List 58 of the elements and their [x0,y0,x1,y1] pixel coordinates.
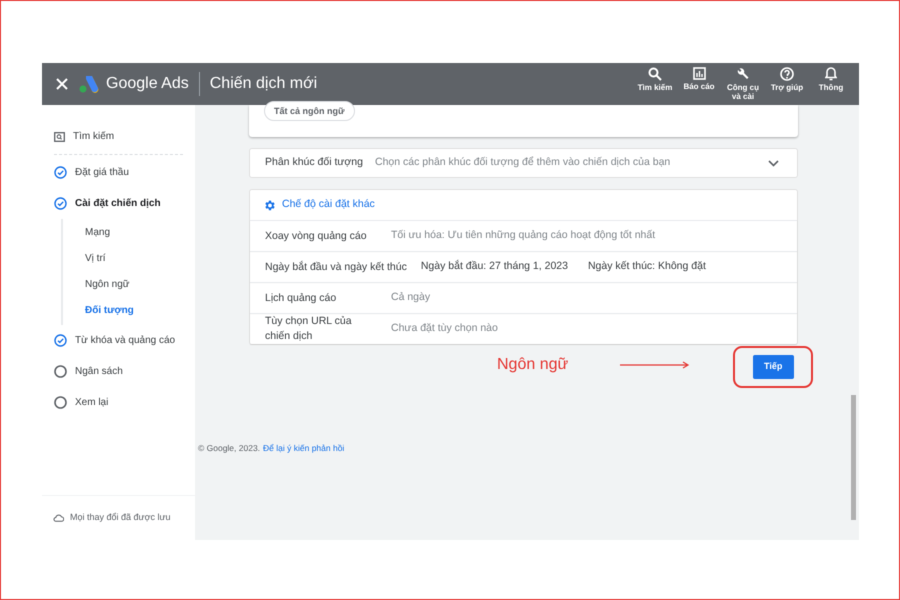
gear-icon [263,198,276,212]
row-label: Phân khúc đối tượng [265,155,363,170]
row-label: Xoay vòng quảng cáo [265,228,368,244]
bar-chart-icon [692,67,706,80]
help-icon [780,67,794,81]
row-label: Ngày bắt đầu và ngày kết thúc [265,260,407,274]
row-label: Lịch quảng cáo [265,290,338,306]
annotation-label: Ngôn ngữ [497,355,568,375]
feedback-link[interactable]: Để lại ý kiến phản hồi [263,442,344,455]
row-value: Chọn các phân khúc đối tượng để thêm vào chiến dịch của bạn [374,155,672,170]
copyright-text: © Google, 2023. [198,442,260,455]
check-circle-icon [54,334,67,347]
toolbar-button[interactable]: Tìm kiếm [633,63,677,105]
sidebar-subitem[interactable]: Vị trí [85,245,183,271]
audience-row[interactable]: Phân khúc đối tượng Chọn các phân khúc đối tượng để thêm vào chiến dịch của bạn [249,148,798,178]
toolbar-button[interactable]: Thông [809,63,853,105]
language-chip[interactable]: Tất cả ngôn ngữ [264,101,355,121]
settings-row[interactable]: Ngày bắt đầu và ngày kết thúc Ngày bắt đầu: 27 tháng 1, 2023 Ngày kết thúc: Không đặt [250,251,797,282]
sidebar-item[interactable]: Cài đặt chiến dịch [54,188,183,219]
save-status: Mọi thay đổi đã được lưu [70,511,170,524]
check-circle-icon [54,166,67,179]
check-circle-icon [54,197,67,210]
sidebar-item[interactable]: Tìm kiếm [54,121,183,152]
sidebar-item[interactable]: Ngân sách [54,356,183,387]
sidebar-item[interactable]: Đặt giá thầu [54,157,183,188]
row-value: Cả ngày [391,290,430,306]
search-icon [54,132,65,142]
wrench-icon [736,67,750,81]
row-value: Chưa đặt tùy chọn nào [391,321,498,336]
brand-name: Google Ads [106,74,189,94]
scrollbar[interactable] [851,395,856,520]
annotation-arrow [620,361,690,369]
sidebar-item[interactable]: Từ khóa và quảng cáo [54,325,183,356]
sidebar-subitem[interactable]: Ngôn ngữ [85,271,183,297]
logo-icon [78,74,100,94]
chevron-icon [768,160,779,166]
circle-icon [54,365,67,378]
page-title: Chiến dịch mới [210,74,318,94]
bell-icon [825,67,837,81]
toolbar-button[interactable]: Công cụ và cài [721,63,765,105]
section-title: Chế độ cài đặt khác [282,197,375,212]
next-button[interactable]: Tiếp [752,355,794,379]
row-label: Tùy chọn URL của chiến dịch [265,314,353,344]
close-icon [56,78,68,90]
toolbar-button[interactable]: Trợ giúp [765,63,809,105]
search-icon [648,67,662,81]
circle-icon [54,396,67,409]
sidebar-subitem[interactable]: Đối tượng [85,297,183,323]
row-value: Ngày kết thúc: Không đặt [588,259,706,274]
settings-row[interactable]: Xoay vòng quảng cáo Tối ưu hóa: Ưu tiên những quảng cáo hoạt động tốt nhất [250,220,797,251]
row-value: Tối ưu hóa: Ưu tiên những quảng cáo hoạt động tốt nhất [391,228,656,244]
settings-row[interactable]: Lịch quảng cáo Cả ngày [250,282,797,313]
sidebar-subitem[interactable]: Mạng [85,219,183,245]
settings-row[interactable]: Tùy chọn URL của chiến dịch Chưa đặt tùy chọn nào [250,313,797,344]
sidebar-item[interactable]: Xem lại [54,387,183,418]
cloud-icon [53,514,64,522]
toolbar-button[interactable]: Báo cáo [677,63,721,105]
row-value: Ngày bắt đầu: 27 tháng 1, 2023 [420,259,568,274]
